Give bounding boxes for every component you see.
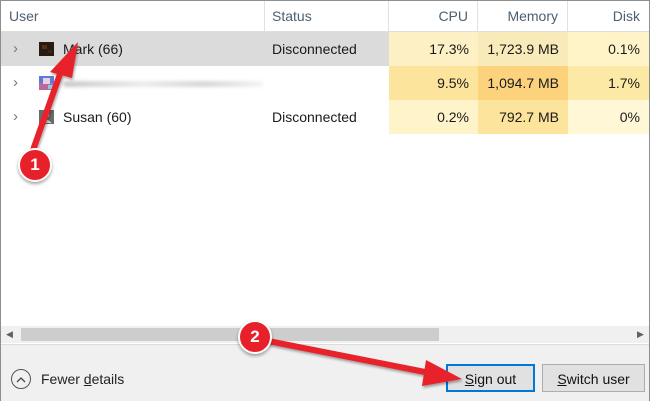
table-row[interactable]: › 9.5% 1,094.7 MB 1.7% [1,66,649,100]
disk-value: 0.1% [568,32,649,66]
table-row[interactable]: › Susan (60) Disconnected 0.2% 792.7 MB … [1,100,649,134]
chevron-up-circle-icon [11,369,31,389]
redacted-user-name [63,81,263,87]
switch-user-button[interactable]: Switch user [542,364,645,392]
annotation-badge-1: 1 [18,148,52,182]
column-header-bar: User Status CPU Memory Disk [1,1,649,32]
fewer-details-label: Fewer details [41,371,125,387]
scroll-right-arrow-icon[interactable]: ▶ [632,326,649,343]
disk-value: 0% [568,100,649,134]
scroll-left-arrow-icon[interactable]: ◀ [1,326,18,343]
column-header-user[interactable]: User [1,1,265,31]
cpu-value: 9.5% [389,66,478,100]
expand-chevron-icon[interactable]: › [13,32,18,66]
column-header-memory[interactable]: Memory [478,1,568,31]
disk-value: 1.7% [568,66,649,100]
horizontal-scrollbar[interactable]: ◀ ▶ [1,326,649,343]
sign-out-button[interactable]: Sign out [446,364,535,392]
user-status: Disconnected [272,41,357,57]
cpu-value: 0.2% [389,100,478,134]
cpu-value: 17.3% [389,32,478,66]
users-tab-panel: User Status CPU Memory Disk › Mark (66) … [0,0,650,401]
fewer-details-toggle[interactable]: Fewer details [11,368,124,390]
colorful-user-avatar-icon [39,76,54,90]
table-row[interactable]: › Mark (66) Disconnected 17.3% 1,723.9 M… [1,32,649,66]
dark-user-avatar-icon [39,42,54,56]
column-header-status[interactable]: Status [265,1,389,31]
user-name: Mark (66) [63,41,123,57]
expand-chevron-icon[interactable]: › [13,66,18,100]
user-status: Disconnected [272,109,357,125]
default-user-avatar-icon [39,110,54,124]
scrollbar-thumb[interactable] [21,328,439,341]
column-header-disk[interactable]: Disk [568,1,649,31]
memory-value: 1,723.9 MB [478,32,568,66]
column-header-cpu[interactable]: CPU [389,1,478,31]
user-name: Susan (60) [63,109,132,125]
annotation-badge-2: 2 [238,320,272,354]
memory-value: 1,094.7 MB [478,66,568,100]
expand-chevron-icon[interactable]: › [13,100,18,134]
footer-bar: Fewer details Sign out Switch user [1,344,649,401]
memory-value: 792.7 MB [478,100,568,134]
